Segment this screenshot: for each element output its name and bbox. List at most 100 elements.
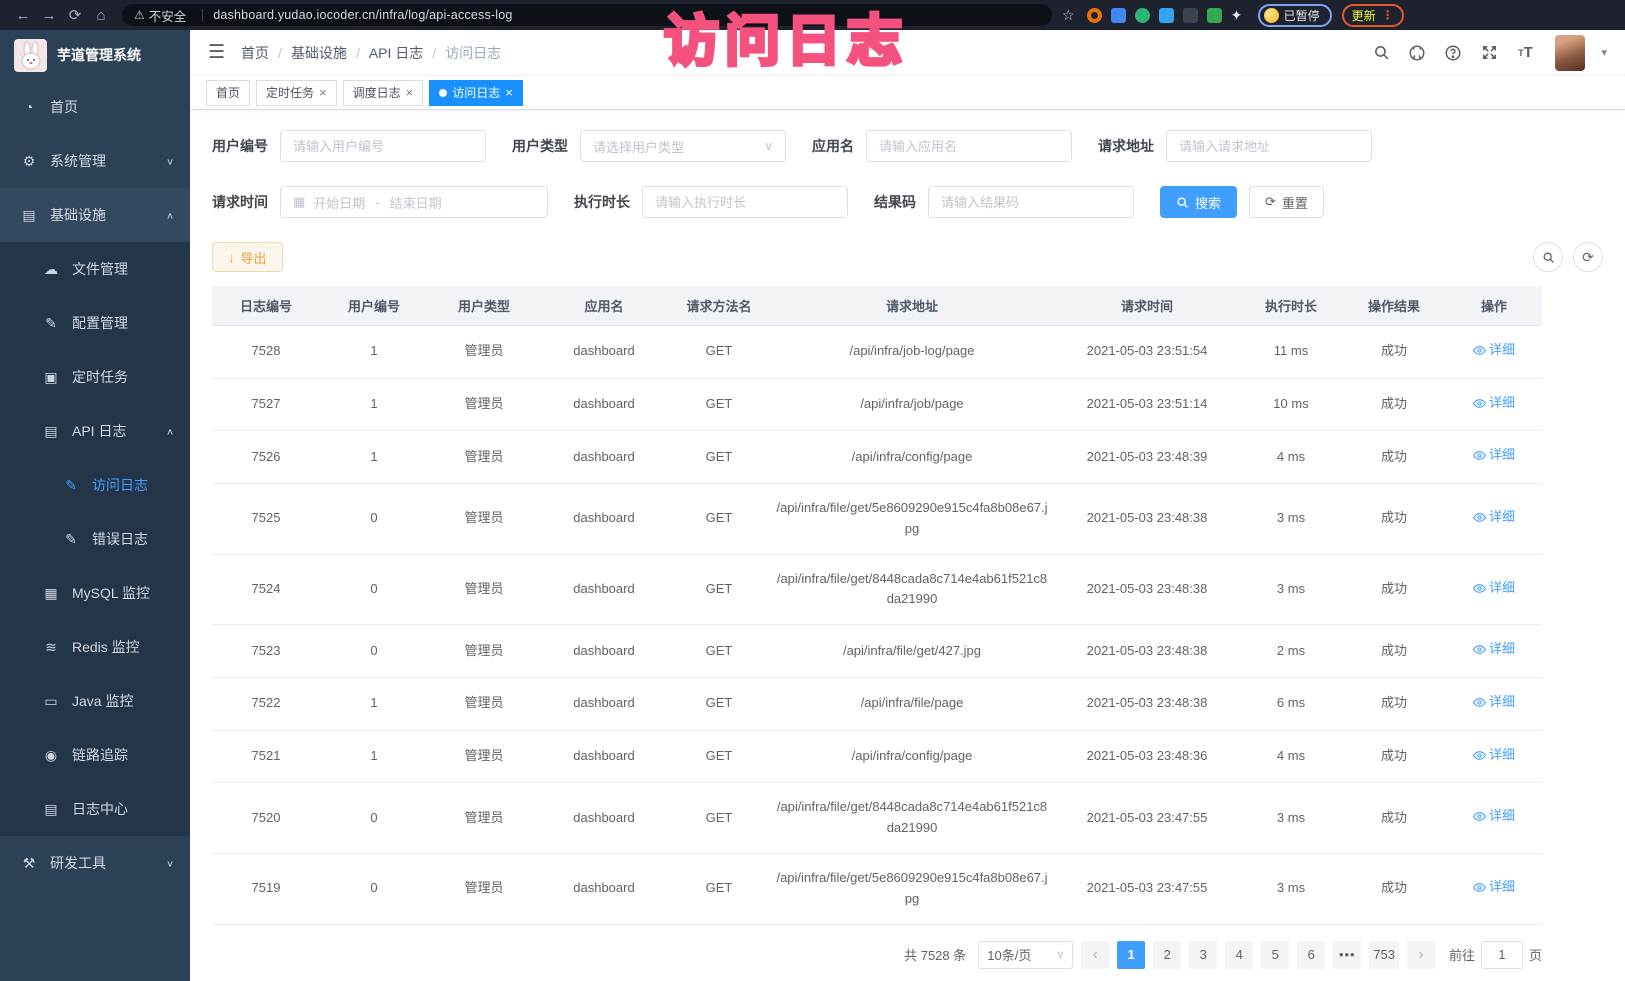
close-icon[interactable]: × <box>505 85 513 100</box>
sidebar-item-label: 基础设施 <box>50 205 106 225</box>
log-id-cell: 7524 <box>212 554 320 625</box>
prev-page-button[interactable]: ‹ <box>1081 941 1109 969</box>
home-icon[interactable]: ⌂ <box>88 7 114 24</box>
job-icon: ▣ <box>42 369 60 386</box>
security-warning[interactable]: ⚠不安全 <box>134 6 186 25</box>
filter-duration: 执行时长 <box>574 186 848 218</box>
sidebar-item-scheduled-jobs[interactable]: ▣定时任务 <box>0 350 190 404</box>
search-icon[interactable] <box>1371 43 1391 63</box>
detail-link[interactable]: 详细 <box>1473 340 1515 361</box>
tab-调度日志[interactable]: 调度日志× <box>343 80 424 106</box>
extension-green-square[interactable] <box>1207 8 1222 23</box>
toggle-search-button[interactable] <box>1533 242 1563 272</box>
tab-定时任务[interactable]: 定时任务× <box>256 80 337 106</box>
goto-suffix: 页 <box>1529 945 1542 964</box>
address-bar[interactable]: ⚠不安全 dashboard.yudao.iocoder.cn/infra/lo… <box>122 4 1052 26</box>
detail-link[interactable]: 详细 <box>1473 745 1515 766</box>
paused-badge[interactable]: 已暂停 <box>1258 4 1332 27</box>
back-icon[interactable]: ← <box>10 7 36 24</box>
close-icon[interactable]: × <box>319 85 327 100</box>
time-cell: 2021-05-03 23:48:36 <box>1054 730 1240 783</box>
extension-white-star[interactable]: ✦ <box>1231 8 1246 23</box>
sidebar-item-log-center[interactable]: ▤日志中心 <box>0 782 190 836</box>
export-button[interactable]: ↓ 导出 <box>212 242 283 272</box>
tab-首页[interactable]: 首页 <box>206 80 250 106</box>
breadcrumb-item[interactable]: 首页 <box>241 43 269 63</box>
request-url-input[interactable] <box>1166 130 1372 162</box>
page-button-3[interactable]: 3 <box>1189 941 1217 969</box>
sidebar-item-access-log[interactable]: ✎访问日志 <box>0 458 190 512</box>
detail-link[interactable]: 详细 <box>1473 578 1515 599</box>
tab-访问日志[interactable]: 访问日志× <box>429 80 523 106</box>
detail-link[interactable]: 详细 <box>1473 507 1515 528</box>
user-id-input[interactable] <box>280 130 486 162</box>
sidebar-item-mysql-monitor[interactable]: ▦MySQL 监控 <box>0 566 190 620</box>
extension-blue-gem[interactable] <box>1159 8 1174 23</box>
result-code-input[interactable] <box>928 186 1134 218</box>
page-size-select[interactable]: 10条/页∨ <box>978 941 1073 969</box>
sidebar-item-api-log[interactable]: ▤API 日志∧ <box>0 404 190 458</box>
detail-label: 详细 <box>1489 806 1515 827</box>
question-icon[interactable] <box>1443 43 1463 63</box>
log-id-cell: 7520 <box>212 783 320 854</box>
font-size-icon[interactable]: TT <box>1515 43 1535 63</box>
detail-link[interactable]: 详细 <box>1473 692 1515 713</box>
github-icon[interactable] <box>1407 43 1427 63</box>
next-page-button[interactable]: › <box>1407 941 1435 969</box>
result-cell: 成功 <box>1342 326 1446 379</box>
date-range-picker[interactable]: ▦ 开始日期 - 结束日期 <box>280 186 548 218</box>
sidebar-item-dev-tools[interactable]: ⚒研发工具∨ <box>0 836 190 890</box>
kebab-menu-icon[interactable]: ⋮ <box>1382 8 1394 22</box>
user-id-cell: 0 <box>320 625 428 678</box>
detail-link[interactable]: 详细 <box>1473 806 1515 827</box>
log-id-cell: 7527 <box>212 378 320 431</box>
sidebar-item-error-log[interactable]: ✎错误日志 <box>0 512 190 566</box>
extension-orange-ring[interactable] <box>1087 8 1102 23</box>
tags-view: 首页定时任务×调度日志×访问日志× <box>190 76 1625 110</box>
sidebar-item-redis-monitor[interactable]: ≋Redis 监控 <box>0 620 190 674</box>
detail-link[interactable]: 详细 <box>1473 445 1515 466</box>
fullscreen-icon[interactable] <box>1479 43 1499 63</box>
page-button-1[interactable]: 1 <box>1117 941 1145 969</box>
sidebar-item-home[interactable]: ◔首页 <box>0 80 190 134</box>
breadcrumb-item[interactable]: API 日志 <box>369 43 423 63</box>
user-avatar[interactable] <box>1555 35 1585 71</box>
user-type-select[interactable]: 请选择用户类型∨ <box>580 130 786 162</box>
extension-green-circle[interactable] <box>1135 8 1150 23</box>
detail-link[interactable]: 详细 <box>1473 393 1515 414</box>
forward-icon[interactable]: → <box>36 7 62 24</box>
extension-dark-grid[interactable] <box>1183 8 1198 23</box>
page-button-5[interactable]: 5 <box>1261 941 1289 969</box>
search-button[interactable]: 搜索 <box>1160 186 1237 218</box>
sidebar-item-infrastructure[interactable]: ▤基础设施∧ <box>0 188 190 242</box>
update-button[interactable]: 更新 ⋮ <box>1342 4 1404 27</box>
detail-link[interactable]: 详细 <box>1473 639 1515 660</box>
sidebar-item-trace[interactable]: ◉链路追踪 <box>0 728 190 782</box>
method-cell: GET <box>668 853 770 924</box>
app-name-input[interactable] <box>866 130 1072 162</box>
reset-button[interactable]: ⟳ 重置 <box>1249 186 1324 218</box>
page-button-4[interactable]: 4 <box>1225 941 1253 969</box>
sidebar-item-file-management[interactable]: ☁文件管理 <box>0 242 190 296</box>
goto-page-input[interactable] <box>1481 941 1523 969</box>
url-cell: /api/infra/file/get/8448cada8c714e4ab61f… <box>770 554 1054 625</box>
calendar-icon: ▦ <box>293 194 305 210</box>
hamburger-icon[interactable]: ☰ <box>208 41 225 64</box>
user-type-cell: 管理员 <box>428 730 540 783</box>
detail-label: 详细 <box>1489 445 1515 466</box>
page-button-6[interactable]: 6 <box>1297 941 1325 969</box>
bookmark-star-icon[interactable]: ☆ <box>1062 7 1075 24</box>
extension-blue-shield[interactable] <box>1111 8 1126 23</box>
page-button-2[interactable]: 2 <box>1153 941 1181 969</box>
duration-input[interactable] <box>642 186 848 218</box>
refresh-table-button[interactable]: ⟳ <box>1573 242 1603 272</box>
page-button-753[interactable]: 753 <box>1369 941 1399 969</box>
sidebar-item-system-management[interactable]: ⚙系统管理∨ <box>0 134 190 188</box>
sidebar-item-java-monitor[interactable]: ▭Java 监控 <box>0 674 190 728</box>
sidebar-item-config-management[interactable]: ✎配置管理 <box>0 296 190 350</box>
caret-down-icon[interactable]: ▾ <box>1601 46 1607 59</box>
breadcrumb-item[interactable]: 基础设施 <box>291 43 347 63</box>
detail-link[interactable]: 详细 <box>1473 877 1515 898</box>
close-icon[interactable]: × <box>406 85 414 100</box>
reload-icon[interactable]: ⟳ <box>62 6 88 24</box>
